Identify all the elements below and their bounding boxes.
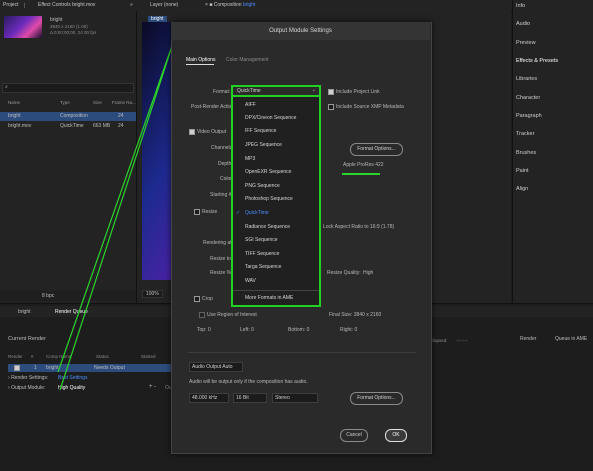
crop-left-label: Left: 0 [240, 327, 254, 333]
check-icon: ✓ [236, 210, 241, 216]
cancel-button[interactable]: Cancel [340, 429, 368, 442]
include-project-link-checkbox[interactable] [328, 89, 334, 95]
ok-button[interactable]: OK [385, 429, 407, 442]
include-xmp-label: Include Source XMP Metadata [336, 104, 404, 110]
format-options-button[interactable]: Format Options... [350, 143, 403, 156]
annotation-arrow-line [57, 39, 175, 373]
use-region-checkbox[interactable] [199, 312, 205, 318]
divider [188, 352, 416, 353]
dropdown-separator [233, 290, 319, 291]
format-option-mp3[interactable]: MP3 [245, 156, 255, 162]
format-option-photoshop[interactable]: Photoshop Sequence [245, 196, 293, 202]
audio-note: Audio will be output only if the composi… [189, 379, 308, 385]
rendering-at-label: Rendering at: [203, 240, 234, 246]
include-project-link-label: Include Project Link [336, 89, 380, 95]
format-option-quicktime[interactable]: QuickTime [245, 210, 269, 216]
format-option-radiance[interactable]: Radiance Sequence [245, 224, 290, 230]
starting-label: Starting #: [210, 192, 233, 198]
format-option-png[interactable]: PNG Sequence [245, 183, 280, 189]
crop-checkbox[interactable] [194, 296, 200, 302]
format-option-openexr[interactable]: OpenEXR Sequence [245, 169, 291, 175]
post-render-label: Post-Render Action: [191, 104, 236, 110]
codec-name: Apple ProRes 422 [343, 162, 384, 168]
codec-underline [342, 173, 380, 175]
format-option-sgi[interactable]: SGI Sequence [245, 237, 278, 243]
lock-ratio-label: Lock Aspect Ratio to 16:9 (1.78) [323, 224, 395, 230]
dialog-title: Output Module Settings [171, 22, 430, 40]
final-size-label: Final Size: 3840 x 2160 [329, 312, 382, 318]
include-xmp-checkbox[interactable] [328, 104, 334, 110]
format-option-dpx[interactable]: DPX/Cineon Sequence [245, 115, 296, 121]
tab-color-management[interactable]: Color Management [226, 57, 269, 63]
crop-bottom-label: Bottom: 0 [288, 327, 310, 333]
format-option-jpeg[interactable]: JPEG Sequence [245, 142, 282, 148]
format-option-aiff[interactable]: AIFF [245, 102, 256, 108]
resize-label: Resize [202, 209, 218, 215]
use-region-label: Use Region of Interest [207, 312, 257, 318]
tab-main-options[interactable]: Main Options [186, 57, 215, 63]
resize-to-label: Resize to: [210, 256, 233, 262]
crop-label: Crop [202, 296, 213, 302]
format-label: Format: [213, 89, 231, 95]
video-output-label: Video Output [197, 129, 227, 135]
chevron-down-icon: ⌄ [311, 87, 316, 93]
audio-output-select[interactable]: Audio Output Auto [189, 362, 243, 372]
resize-quality-label: Resize Quality: [327, 270, 361, 276]
audio-format-options-button[interactable]: Format Options... [350, 392, 403, 405]
audio-channels-select[interactable]: Stereo [272, 393, 318, 403]
annotation-arrow-line [59, 33, 177, 391]
crop-top-label: Top: 0 [197, 327, 211, 333]
format-option-tiff[interactable]: TIFF Sequence [245, 251, 279, 257]
crop-right-label: Right: 0 [340, 327, 358, 333]
sample-rate-select[interactable]: 48.000 kHz [189, 393, 229, 403]
format-value: QuickTime [237, 88, 261, 94]
video-output-checkbox[interactable] [189, 129, 195, 135]
tab-underline [186, 64, 214, 65]
format-option-wav[interactable]: WAV [245, 278, 256, 284]
resize-pct-label: Resize %: [210, 270, 233, 276]
format-option-iff[interactable]: IFF Sequence [245, 128, 276, 134]
resize-checkbox[interactable] [194, 209, 200, 215]
more-formats-ame[interactable]: More Formats in AME [245, 295, 293, 301]
bit-depth-select[interactable]: 16 Bit [233, 393, 267, 403]
format-option-targa[interactable]: Targa Sequence [245, 264, 281, 270]
resize-quality-value[interactable]: High [363, 270, 373, 276]
